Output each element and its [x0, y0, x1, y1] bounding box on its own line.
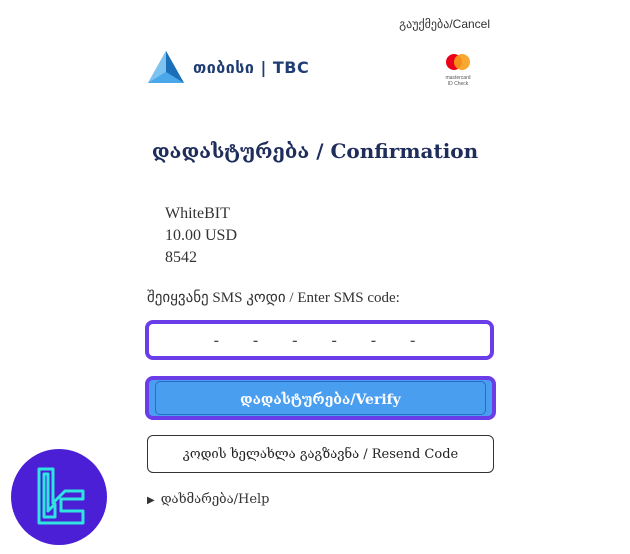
bank-name: თიბისი | TBC [193, 57, 310, 77]
sms-code-input[interactable] [145, 320, 494, 360]
verify-button-label: დადასტურება/Verify [155, 381, 486, 415]
page-title: დადასტურება / Confirmation [151, 139, 479, 163]
resend-code-button[interactable]: კოდის ხელახლა გაგზავნა / Resend Code [147, 435, 494, 473]
help-label: დახმარება/Help [160, 492, 270, 507]
watermark-logo [9, 447, 109, 551]
brand-logo-icon [11, 449, 107, 545]
card-last-digits: 8542 [165, 249, 197, 266]
sms-code-label: შეიყვანე SMS კოდი / Enter SMS code: [147, 290, 400, 306]
cancel-link[interactable]: გაუქმება/Cancel [399, 17, 490, 31]
verify-button[interactable]: დადასტურება/Verify [145, 376, 496, 420]
transaction-details: WhiteBIT 10.00 USD 8542 [165, 203, 237, 269]
merchant-name: WhiteBIT [165, 205, 230, 222]
id-check-text: ID Check [447, 81, 469, 87]
triangle-right-icon: ▶ [147, 495, 155, 506]
amount: 10.00 USD [165, 227, 238, 244]
mastercard-id-check-logo: mastercard ID Check [438, 53, 478, 87]
help-toggle[interactable]: ▶ დახმარება/Help [147, 492, 270, 507]
mastercard-circles-icon [446, 54, 470, 70]
tbc-triangle-icon [148, 51, 184, 83]
tbc-bank-logo: თიბისი | TBC [147, 50, 309, 84]
